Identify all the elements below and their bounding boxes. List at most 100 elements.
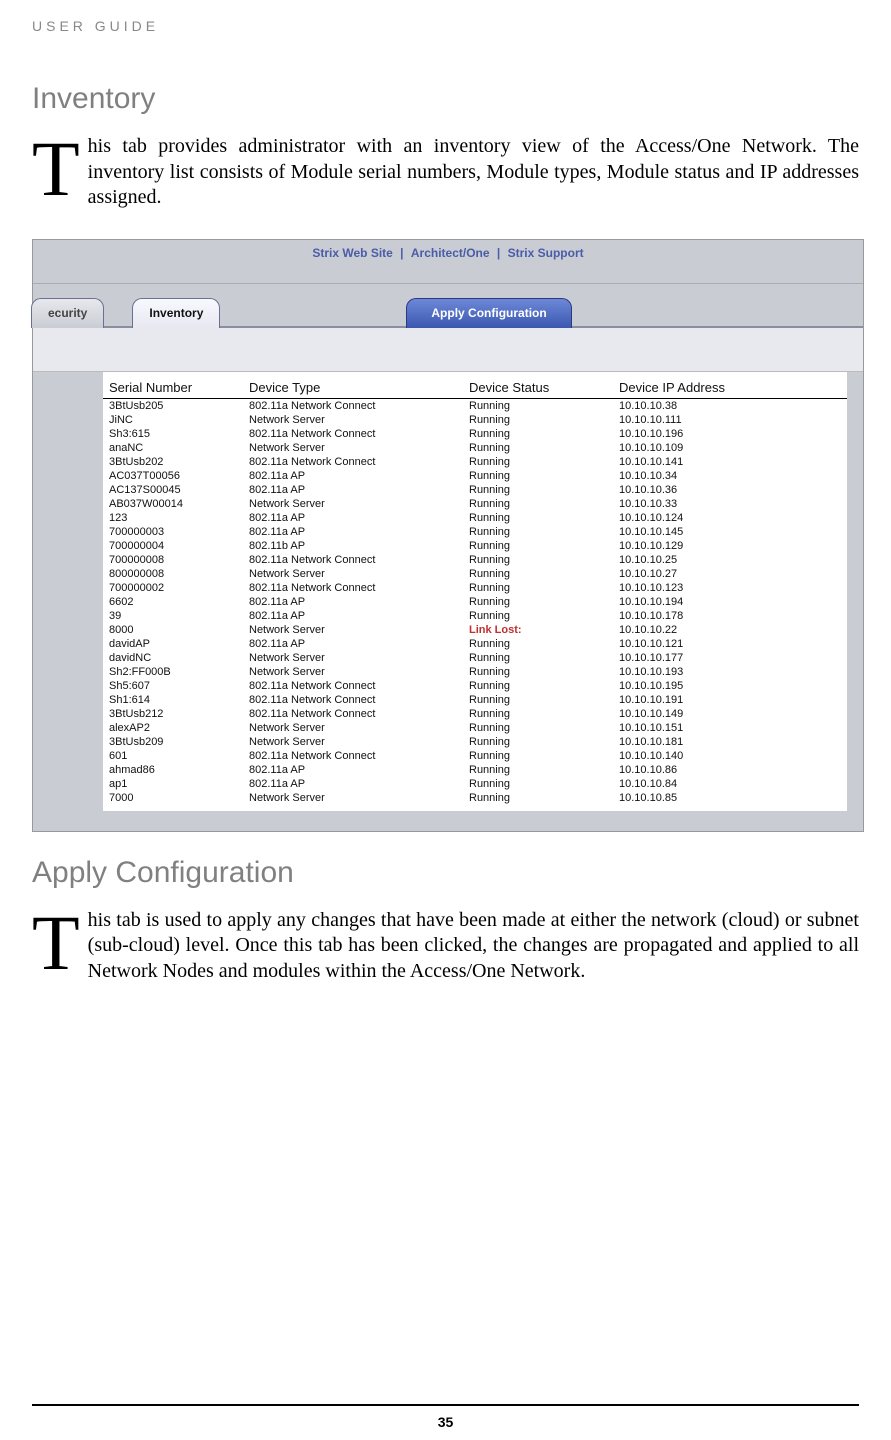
cell-ip: 10.10.10.196 bbox=[613, 427, 847, 441]
cell-type: 802.11a Network Connect bbox=[243, 553, 463, 567]
cell-status: Running bbox=[463, 791, 613, 805]
cell-status: Link Lost: bbox=[463, 623, 613, 637]
cell-type: 802.11a Network Connect bbox=[243, 581, 463, 595]
cell-status: Running bbox=[463, 398, 613, 413]
cell-serial: 700000004 bbox=[103, 539, 243, 553]
cell-serial: 39 bbox=[103, 609, 243, 623]
table-row[interactable]: 39802.11a APRunning10.10.10.178 bbox=[103, 609, 847, 623]
table-row[interactable]: 8000Network ServerLink Lost:10.10.10.22 bbox=[103, 623, 847, 637]
cell-serial: 700000008 bbox=[103, 553, 243, 567]
cell-status: Running bbox=[463, 553, 613, 567]
cell-ip: 10.10.10.191 bbox=[613, 693, 847, 707]
separator: | bbox=[400, 246, 403, 260]
cell-serial: AB037W00014 bbox=[103, 497, 243, 511]
cell-type: Network Server bbox=[243, 791, 463, 805]
table-row[interactable]: Sh3:615802.11a Network ConnectRunning10.… bbox=[103, 427, 847, 441]
table-row[interactable]: 3BtUsb202802.11a Network ConnectRunning1… bbox=[103, 455, 847, 469]
cell-status: Running bbox=[463, 525, 613, 539]
table-row[interactable]: AB037W00014Network ServerRunning10.10.10… bbox=[103, 497, 847, 511]
table-row[interactable]: 123802.11a APRunning10.10.10.124 bbox=[103, 511, 847, 525]
table-row[interactable]: davidNCNetwork ServerRunning10.10.10.177 bbox=[103, 651, 847, 665]
inventory-table: Serial Number Device Type Device Status … bbox=[103, 378, 847, 805]
table-row[interactable]: 800000008Network ServerRunning10.10.10.2… bbox=[103, 567, 847, 581]
cell-ip: 10.10.10.25 bbox=[613, 553, 847, 567]
table-row[interactable]: Sh2:FF000BNetwork ServerRunning10.10.10.… bbox=[103, 665, 847, 679]
cell-type: Network Server bbox=[243, 651, 463, 665]
table-row[interactable]: davidAP802.11a APRunning10.10.10.121 bbox=[103, 637, 847, 651]
cell-type: 802.11a AP bbox=[243, 595, 463, 609]
cell-ip: 10.10.10.38 bbox=[613, 398, 847, 413]
cell-type: 802.11a Network Connect bbox=[243, 455, 463, 469]
cell-type: 802.11b AP bbox=[243, 539, 463, 553]
cell-ip: 10.10.10.121 bbox=[613, 637, 847, 651]
section-title-apply: Apply Configuration bbox=[32, 856, 859, 890]
cell-type: 802.11a AP bbox=[243, 511, 463, 525]
separator: | bbox=[497, 246, 500, 260]
table-row[interactable]: ahmad86802.11a APRunning10.10.10.86 bbox=[103, 763, 847, 777]
cell-serial: 7000 bbox=[103, 791, 243, 805]
cell-serial: anaNC bbox=[103, 441, 243, 455]
table-row[interactable]: 700000002802.11a Network ConnectRunning1… bbox=[103, 581, 847, 595]
cell-type: 802.11a AP bbox=[243, 777, 463, 791]
table-header-row: Serial Number Device Type Device Status … bbox=[103, 378, 847, 399]
cell-ip: 10.10.10.86 bbox=[613, 763, 847, 777]
cell-status: Running bbox=[463, 511, 613, 525]
dropcap: T bbox=[32, 138, 80, 200]
table-row[interactable]: alexAP2Network ServerRunning10.10.10.151 bbox=[103, 721, 847, 735]
table-row[interactable]: 3BtUsb209Network ServerRunning10.10.10.1… bbox=[103, 735, 847, 749]
tabs-row: ecurity Inventory Apply Configuration bbox=[33, 284, 863, 328]
tab-security[interactable]: ecurity bbox=[31, 298, 104, 328]
cell-serial: 8000 bbox=[103, 623, 243, 637]
cell-type: 802.11a AP bbox=[243, 469, 463, 483]
cell-type: Network Server bbox=[243, 721, 463, 735]
table-row[interactable]: 3BtUsb212802.11a Network ConnectRunning1… bbox=[103, 707, 847, 721]
cell-ip: 10.10.10.85 bbox=[613, 791, 847, 805]
cell-status: Running bbox=[463, 427, 613, 441]
cell-status: Running bbox=[463, 651, 613, 665]
cell-status: Running bbox=[463, 749, 613, 763]
paragraph-text: his tab provides administrator with an i… bbox=[88, 135, 859, 208]
cell-serial: 700000003 bbox=[103, 525, 243, 539]
top-link[interactable]: Strix Support bbox=[508, 246, 584, 260]
table-row[interactable]: 700000008802.11a Network ConnectRunning1… bbox=[103, 553, 847, 567]
cell-ip: 10.10.10.111 bbox=[613, 413, 847, 427]
cell-type: Network Server bbox=[243, 441, 463, 455]
table-row[interactable]: anaNCNetwork ServerRunning10.10.10.109 bbox=[103, 441, 847, 455]
cell-type: 802.11a Network Connect bbox=[243, 427, 463, 441]
cell-type: Network Server bbox=[243, 413, 463, 427]
cell-serial: davidAP bbox=[103, 637, 243, 651]
cell-type: 802.11a Network Connect bbox=[243, 749, 463, 763]
cell-ip: 10.10.10.178 bbox=[613, 609, 847, 623]
cell-serial: 123 bbox=[103, 511, 243, 525]
cell-status: Running bbox=[463, 497, 613, 511]
table-row[interactable]: 3BtUsb205802.11a Network ConnectRunning1… bbox=[103, 398, 847, 413]
cell-status: Running bbox=[463, 777, 613, 791]
table-row[interactable]: AC137S00045802.11a APRunning10.10.10.36 bbox=[103, 483, 847, 497]
top-link[interactable]: Architect/One bbox=[411, 246, 490, 260]
table-row[interactable]: 6602802.11a APRunning10.10.10.194 bbox=[103, 595, 847, 609]
table-row[interactable]: AC037T00056802.11a APRunning10.10.10.34 bbox=[103, 469, 847, 483]
footer-rule bbox=[32, 1404, 859, 1406]
table-row[interactable]: 601802.11a Network ConnectRunning10.10.1… bbox=[103, 749, 847, 763]
cell-serial: 3BtUsb209 bbox=[103, 735, 243, 749]
cell-ip: 10.10.10.123 bbox=[613, 581, 847, 595]
table-row[interactable]: Sh5:607802.11a Network ConnectRunning10.… bbox=[103, 679, 847, 693]
table-row[interactable]: JiNCNetwork ServerRunning10.10.10.111 bbox=[103, 413, 847, 427]
top-link[interactable]: Strix Web Site bbox=[312, 246, 392, 260]
cell-ip: 10.10.10.22 bbox=[613, 623, 847, 637]
table-row[interactable]: Sh1:614802.11a Network ConnectRunning10.… bbox=[103, 693, 847, 707]
table-row[interactable]: 700000003802.11a APRunning10.10.10.145 bbox=[103, 525, 847, 539]
table-row[interactable]: ap1802.11a APRunning10.10.10.84 bbox=[103, 777, 847, 791]
page-header: USER GUIDE bbox=[0, 0, 891, 34]
cell-status: Running bbox=[463, 595, 613, 609]
tab-apply-configuration[interactable]: Apply Configuration bbox=[406, 298, 571, 328]
cell-serial: Sh3:615 bbox=[103, 427, 243, 441]
tab-inventory[interactable]: Inventory bbox=[132, 298, 220, 328]
cell-serial: ahmad86 bbox=[103, 763, 243, 777]
cell-ip: 10.10.10.151 bbox=[613, 721, 847, 735]
page-number: 35 bbox=[0, 1414, 891, 1430]
cell-status: Running bbox=[463, 581, 613, 595]
table-row[interactable]: 700000004802.11b APRunning10.10.10.129 bbox=[103, 539, 847, 553]
table-row[interactable]: 7000Network ServerRunning10.10.10.85 bbox=[103, 791, 847, 805]
cell-ip: 10.10.10.193 bbox=[613, 665, 847, 679]
